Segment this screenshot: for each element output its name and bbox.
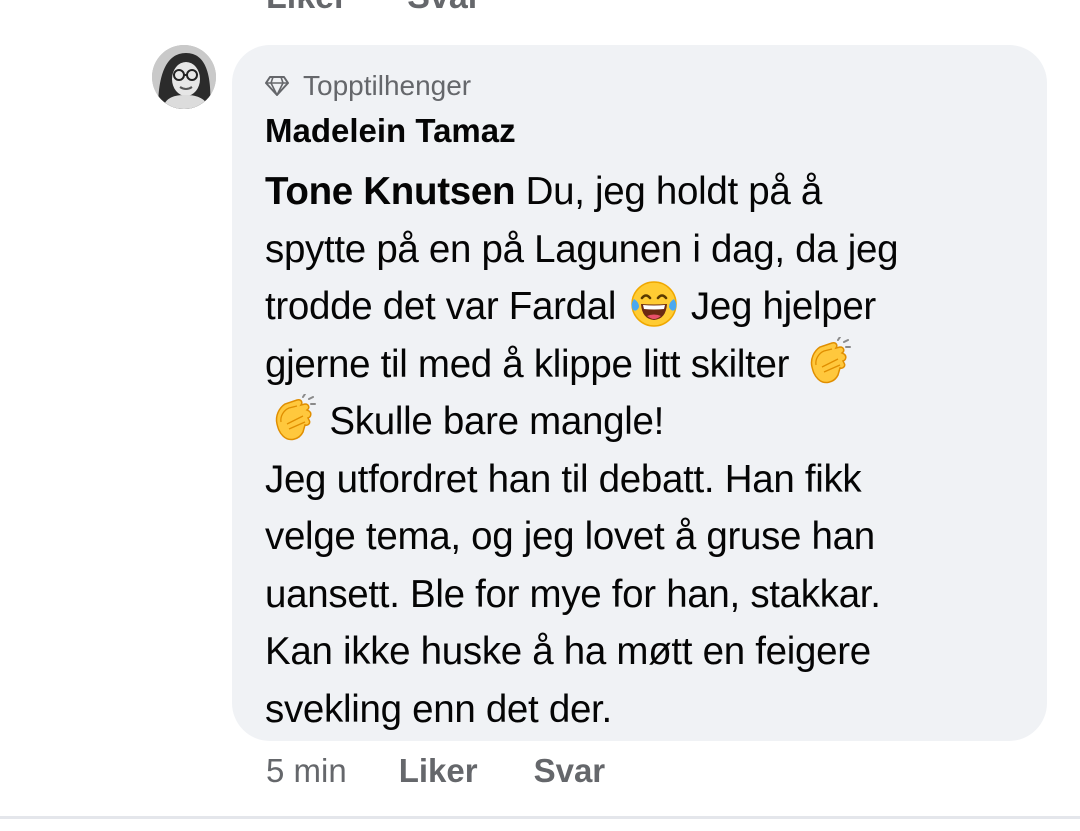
avatar[interactable]	[152, 45, 216, 109]
comment-line: svekling enn det der.	[265, 687, 612, 731]
reply-button[interactable]: Svar	[534, 752, 606, 790]
comment-line: Kan ikke huske å ha møtt en feigere	[265, 630, 871, 673]
comment-line: spytte på en på Lagunen i dag, da jeg	[265, 227, 899, 271]
comment-text-segment: trodde det var Fardal	[265, 285, 617, 328]
comment-text-segment: Jeg hjelper	[690, 285, 876, 328]
comment-line: Skulle bare mangle!	[265, 393, 1017, 451]
comment-text-segment: gjerne til med å klippe litt skilter	[265, 342, 790, 386]
comment-author[interactable]: Madelein Tamaz	[265, 109, 1017, 153]
divider	[0, 816, 1080, 819]
previous-reply-button[interactable]: Svar	[407, 0, 481, 17]
like-button[interactable]: Liker	[399, 752, 478, 790]
mention-link[interactable]: Tone Knutsen	[265, 170, 516, 213]
comment-line: Tone Knutsen Du, jeg holdt på å	[265, 163, 1017, 221]
diamond-icon	[265, 76, 289, 96]
comment-actions: 5 min Liker Svar	[266, 752, 605, 790]
clapping-hands-emoji-icon	[802, 336, 852, 387]
comment-line: trodde det var Fardal Jeg hjelper	[265, 278, 1017, 336]
clapping-hands-emoji-icon	[267, 394, 317, 444]
laughing-tears-emoji-icon	[629, 279, 679, 329]
comment-thread: Liker Svar Topptilhenger Madelein Tamaz	[0, 0, 1080, 831]
comment-bubble: Topptilhenger Madelein Tamaz Tone Knutse…	[232, 45, 1047, 741]
previous-like-button[interactable]: Liker	[266, 0, 347, 17]
comment-line: velge tema, og jeg lovet å gruse han	[265, 515, 875, 558]
badge-label: Topptilhenger	[303, 70, 472, 101]
comment-line: gjerne til med å klippe litt skilter	[265, 336, 1017, 394]
comment-timestamp[interactable]: 5 min	[266, 752, 347, 790]
comment-line: Jeg utfordret han til debatt. Han fikk	[265, 457, 862, 501]
comment-text-segment: Skulle bare mangle!	[329, 400, 664, 443]
previous-comment-actions: Liker Svar	[266, 0, 481, 17]
comment-text: Tone Knutsen Du, jeg holdt på å spytte p…	[265, 163, 1017, 738]
comment-text-segment: Du, jeg holdt på å	[525, 170, 823, 213]
comment-line: uansett. Ble for mye for han, stakkar.	[265, 572, 881, 616]
top-fan-badge[interactable]: Topptilhenger	[265, 69, 1017, 103]
